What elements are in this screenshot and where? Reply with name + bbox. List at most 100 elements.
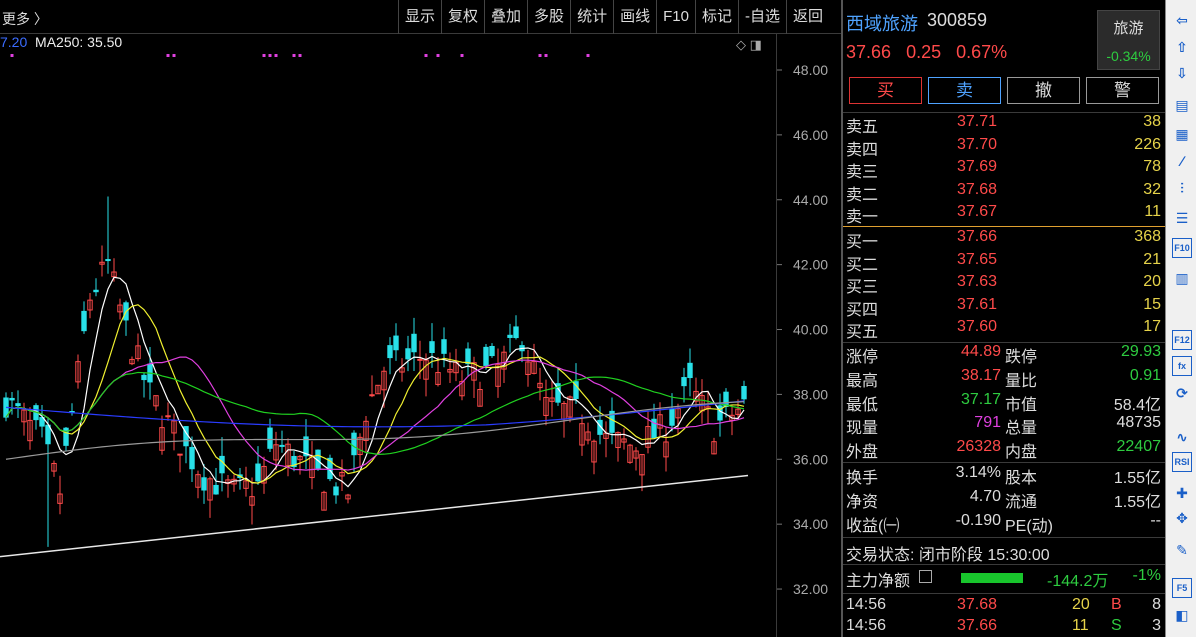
candle-body <box>219 455 225 474</box>
order-book-row[interactable]: 买三 37.63 20 <box>843 273 1165 296</box>
stat-value: 791 <box>974 414 1001 432</box>
stock-name[interactable]: 西域旅游 <box>846 10 918 36</box>
stat-label: 净资 <box>846 493 879 511</box>
signal-marker <box>460 54 464 57</box>
remove-watchlist-button[interactable]: -自选 <box>737 0 786 34</box>
kline-chart[interactable]: 48.00 46.00 44.00 42.00 40.00 38.00 36.00 34.00… <box>0 34 841 637</box>
stat-value: -- <box>1150 511 1161 529</box>
signal-marker <box>544 54 548 57</box>
f12-icon[interactable]: F12 <box>1172 330 1192 350</box>
rsi-icon[interactable]: RSI <box>1172 452 1192 472</box>
up-arrow-icon[interactable]: ⇧ <box>1172 37 1192 57</box>
f5-icon[interactable]: F5 <box>1172 578 1192 598</box>
price-change: 0.25 <box>906 42 942 62</box>
back-button[interactable]: 返回 <box>785 0 829 34</box>
down-arrow-icon[interactable]: ⇩ <box>1172 63 1192 83</box>
stat-label: PE(动) <box>1005 517 1054 535</box>
f10-icon[interactable]: F10 <box>1172 238 1192 258</box>
order-book-row[interactable]: 买四 37.61 15 <box>843 296 1165 319</box>
order-book-row[interactable]: 卖四 37.70 226 <box>843 136 1165 159</box>
y-tick-label: 38.00 <box>793 386 828 402</box>
ma60-line <box>5 371 745 455</box>
order-book-row[interactable]: 卖三 37.69 78 <box>843 158 1165 181</box>
stock-code: 300859 <box>927 10 988 30</box>
book-separator <box>843 226 1165 227</box>
stat-label: 内盘 <box>1005 444 1038 462</box>
list-icon[interactable] <box>919 570 932 583</box>
overlay-button[interactable]: 叠加 <box>484 0 527 34</box>
signal-marker <box>274 54 278 57</box>
order-book-row[interactable]: 卖五 37.71 38 <box>843 113 1165 136</box>
tick-volume: 11 <box>1072 617 1089 634</box>
signal-marker <box>424 54 428 57</box>
stat-label: 量比 <box>1005 372 1038 390</box>
stat-value: 0.91 <box>1129 366 1161 384</box>
stat-label: 最低 <box>846 396 879 414</box>
candle-body <box>279 444 285 447</box>
tick-time: 14:56 <box>846 596 887 613</box>
signal-marker <box>292 54 296 57</box>
candle-body <box>483 346 489 366</box>
candle-body <box>267 427 273 449</box>
kline-icon[interactable]: ⫶ <box>1172 178 1192 198</box>
sector-box[interactable]: 旅游 -0.34% <box>1097 10 1160 70</box>
order-book-row[interactable]: 买五 37.60 17 <box>843 318 1165 341</box>
adjust-button[interactable]: 复权 <box>441 0 484 34</box>
signal-marker <box>538 54 542 57</box>
signal-marker <box>10 54 14 57</box>
diamond-icon[interactable]: ◇ <box>736 37 746 52</box>
level-volume: 11 <box>1144 203 1161 221</box>
sector-name: 旅游 <box>1113 20 1144 37</box>
candle-body <box>81 310 87 332</box>
refresh-icon[interactable]: ⟳ <box>1172 383 1192 403</box>
display-button[interactable]: 显示 <box>398 0 441 34</box>
signal-marker <box>262 54 266 57</box>
order-book-row[interactable]: 卖一 37.67 11 <box>843 203 1165 226</box>
move-icon[interactable]: ✥ <box>1172 508 1192 528</box>
panel-toggle-icon[interactable]: ◨ <box>750 37 762 52</box>
stat-label: 现量 <box>846 420 879 438</box>
candle-body <box>681 377 687 387</box>
fx-icon[interactable]: fx <box>1172 356 1192 376</box>
tick-row: 14:56 37.68 20 B 8 <box>843 596 1165 619</box>
line-chart-icon[interactable]: ∕ <box>1172 151 1192 171</box>
draw-line-button[interactable]: 画线 <box>613 0 656 34</box>
y-tick-label: 32.00 <box>793 581 828 597</box>
pen-icon[interactable]: ✎ <box>1172 540 1192 560</box>
candle-body <box>213 484 219 495</box>
back-arrow-icon[interactable]: ⇦ <box>1172 10 1192 30</box>
order-book-row[interactable]: 买一 37.66 368 <box>843 228 1165 251</box>
multi-stock-button[interactable]: 多股 <box>527 0 570 34</box>
money-flow-pct: -1% <box>1132 567 1161 584</box>
grid-icon[interactable]: ▦ <box>1172 124 1192 144</box>
signal-marker <box>298 54 302 57</box>
tick-time: 14:56 <box>846 617 887 634</box>
buy-button[interactable]: 买 <box>849 77 922 104</box>
sell-button[interactable]: 卖 <box>928 77 1001 104</box>
right-toolbar: ⇦ ⇧ ⇩ ▤ ▦ ∕ ⫶ ☰ F10 ▥ F12 fx ⟳ ∿ RSI ✚ ✥ ✎ F5 ◧ <box>1165 0 1196 637</box>
order-book-row[interactable]: 买二 37.65 21 <box>843 251 1165 274</box>
window-icon[interactable]: ◧ <box>1172 605 1192 625</box>
candle-body <box>177 453 183 456</box>
f10-button[interactable]: F10 <box>656 0 695 34</box>
report-icon[interactable]: ▤ <box>1172 95 1192 115</box>
level-price: 37.60 <box>957 318 998 336</box>
cross-icon[interactable]: ✚ <box>1172 483 1192 503</box>
list-icon[interactable]: ☰ <box>1172 208 1192 228</box>
level-price: 37.69 <box>957 158 998 176</box>
level-price: 37.66 <box>957 228 998 245</box>
candle-body <box>687 362 693 379</box>
order-book-row[interactable]: 卖二 37.68 32 <box>843 181 1165 204</box>
statistics-button[interactable]: 统计 <box>570 0 613 34</box>
mark-button[interactable]: 标记 <box>694 0 738 34</box>
layout-icon[interactable]: ▥ <box>1172 268 1192 288</box>
wave-icon[interactable]: ∿ <box>1172 427 1192 447</box>
more-menu[interactable]: 更多 〉 <box>2 9 48 29</box>
level-volume: 226 <box>1134 135 1161 153</box>
alert-button[interactable]: 警 <box>1086 77 1159 104</box>
stat-value: 48735 <box>1116 414 1162 432</box>
candle-body <box>669 408 675 426</box>
sector-change: -0.34% <box>1106 48 1151 64</box>
chart-corner-icons: ◇ ◨ <box>736 37 762 53</box>
cancel-order-button[interactable]: 撤 <box>1007 77 1080 104</box>
